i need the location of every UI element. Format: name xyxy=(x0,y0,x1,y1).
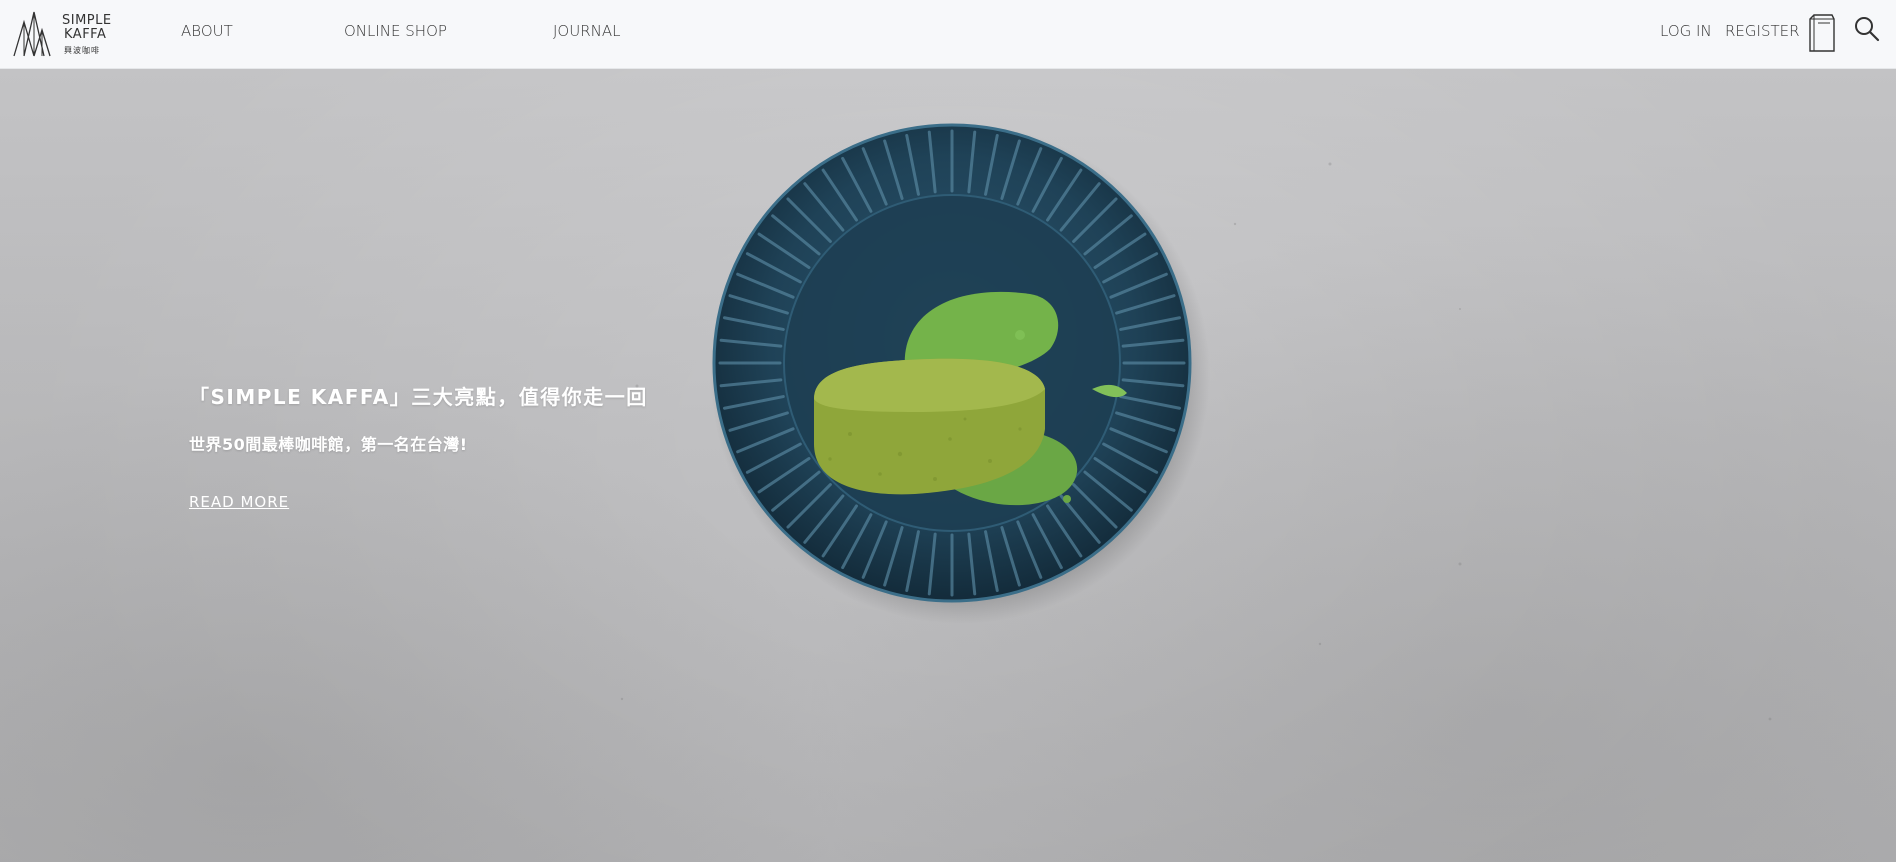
top-navbar: SIMPLE KAFFA 興波咖啡 ABOUT ONLINE SHOP JOUR… xyxy=(0,0,1896,69)
matcha-cake-plate-image xyxy=(620,123,1772,721)
brand-chinese-name: 興波咖啡 xyxy=(64,46,100,55)
mountain-logo-icon xyxy=(13,11,51,57)
brand-name-line1: SIMPLE xyxy=(62,13,112,28)
hero-title: 「SIMPLE KAFFA」三大亮點，值得你走一回 xyxy=(189,385,648,409)
login-link[interactable]: LOG IN xyxy=(1660,22,1712,40)
hero-subtitle: 世界50間最棒咖啡館，第一名在台灣! xyxy=(189,435,468,454)
hero-banner: 「SIMPLE KAFFA」三大亮點，值得你走一回 世界50間最棒咖啡館，第一名… xyxy=(0,69,1896,862)
nav-about[interactable]: ABOUT xyxy=(181,22,233,40)
brand-logo[interactable]: SIMPLE KAFFA 興波咖啡 xyxy=(12,10,122,58)
search-icon[interactable] xyxy=(1854,16,1880,47)
nav-online-shop[interactable]: ONLINE SHOP xyxy=(344,22,447,40)
brand-name-line2: KAFFA xyxy=(64,27,107,42)
coffee-bag-icon[interactable] xyxy=(1806,13,1838,58)
register-link[interactable]: REGISTER xyxy=(1725,22,1800,40)
nav-journal[interactable]: JOURNAL xyxy=(553,22,620,40)
read-more-link[interactable]: READ MORE xyxy=(189,493,289,511)
